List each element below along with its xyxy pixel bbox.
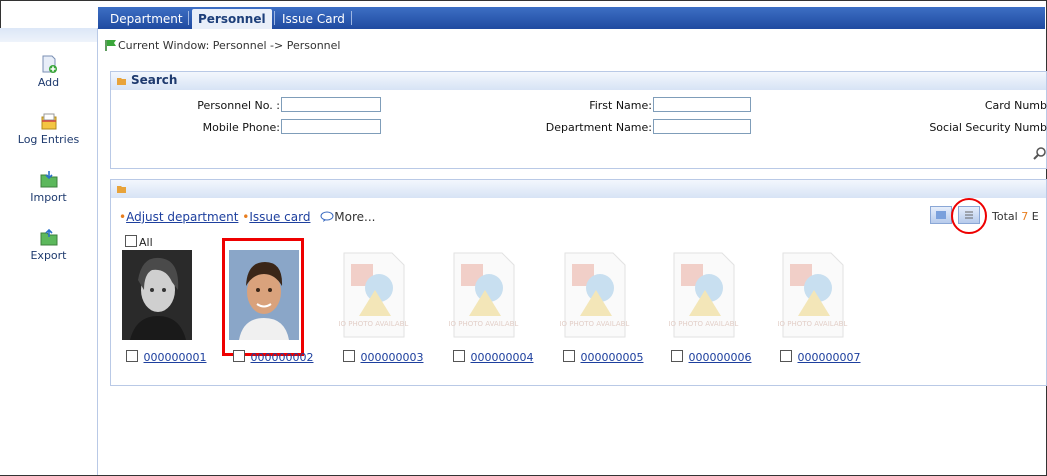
no-photo-text: NO PHOTO AVAILABLE — [778, 320, 848, 328]
person-checkbox[interactable] — [126, 350, 138, 362]
total-prefix: Total — [992, 210, 1018, 223]
no-photo-placeholder[interactable]: NO PHOTO AVAILABLE — [560, 250, 630, 340]
panel-icon — [117, 78, 126, 85]
first-name-input[interactable] — [653, 97, 751, 112]
panel-icon — [117, 186, 126, 193]
tab-separator — [351, 11, 352, 25]
more-label: More... — [334, 210, 376, 224]
first-name-label: First Name: — [589, 99, 652, 112]
department-name-label: Department Name: — [545, 121, 652, 134]
person-id-link[interactable]: 000000001 — [144, 351, 207, 364]
no-photo-text: NO PHOTO AVAILABLE — [669, 320, 739, 328]
personnel-no-label: Personnel No. : — [197, 99, 280, 112]
select-all-checkbox[interactable] — [125, 235, 137, 247]
person-entry: 000000007 — [780, 350, 861, 364]
tab-strip: Department Personnel Issue Card — [98, 7, 1045, 29]
person-entry: 000000005 — [563, 350, 644, 364]
search-panel-title: Search — [131, 73, 178, 87]
add-document-icon — [42, 55, 57, 73]
tab-separator — [274, 11, 275, 25]
person-id-link[interactable]: 000000005 — [581, 351, 644, 364]
export-folder-icon — [40, 228, 57, 246]
sidebar-item-add[interactable]: Add — [0, 54, 97, 89]
total-suffix: E — [1031, 210, 1039, 223]
action-bar: •Adjust department •Issue card More... — [119, 210, 375, 224]
personnel-no-input[interactable] — [281, 97, 381, 112]
speech-bubble-icon — [320, 211, 334, 222]
sidebar-item-label: Log Entries — [17, 133, 80, 146]
more-menu[interactable]: More... — [320, 210, 375, 224]
no-photo-text: NO PHOTO AVAILABLE — [339, 320, 409, 328]
department-name-input[interactable] — [653, 119, 751, 134]
issue-card-link[interactable]: Issue card — [249, 210, 310, 224]
sidebar-item-export[interactable]: Export — [0, 227, 97, 262]
card-number-label: Card Numb — [984, 99, 1047, 112]
no-photo-placeholder[interactable]: NO PHOTO AVAILABLE — [339, 250, 409, 340]
breadcrumb-text: Current Window: Personnel -> Personnel — [118, 39, 341, 52]
sidebar-item-label: Add — [37, 76, 60, 89]
green-flag-icon — [105, 40, 116, 51]
person-id-link[interactable]: 000000004 — [471, 351, 534, 364]
person-checkbox[interactable] — [343, 350, 355, 362]
adjust-department-link[interactable]: Adjust department — [126, 210, 238, 224]
list-panel-header — [110, 179, 1047, 199]
sidebar-item-label: Export — [30, 249, 67, 262]
person-checkbox[interactable] — [453, 350, 465, 362]
log-entries-icon — [41, 113, 56, 130]
sidebar: Add Log Entries Import Export — [0, 28, 98, 475]
total-count: Total 7 E — [992, 210, 1039, 223]
tab-department[interactable]: Department — [104, 9, 189, 29]
sidebar-item-import[interactable]: Import — [0, 169, 97, 204]
person-photo-grayscale[interactable] — [122, 250, 192, 340]
person-entry: 000000006 — [671, 350, 752, 364]
person-entry: 000000004 — [453, 350, 534, 364]
grid-view-icon — [936, 211, 946, 219]
photo-view-button[interactable] — [930, 206, 952, 224]
tab-separator — [188, 11, 189, 25]
tab-issue-card[interactable]: Issue Card — [276, 9, 351, 29]
select-all-label: All — [139, 236, 153, 249]
tab-personnel[interactable]: Personnel — [192, 9, 272, 29]
no-photo-placeholder[interactable]: NO PHOTO AVAILABLE — [669, 250, 739, 340]
person-entry: 000000003 — [343, 350, 424, 364]
mobile-phone-label: Mobile Phone: — [202, 121, 280, 134]
person-id-link[interactable]: 000000006 — [689, 351, 752, 364]
highlight-box — [222, 238, 304, 356]
sidebar-header — [0, 28, 97, 42]
person-checkbox[interactable] — [780, 350, 792, 362]
person-checkbox[interactable] — [233, 350, 245, 362]
person-entry: 000000001 — [126, 350, 207, 364]
person-id-link[interactable]: 000000003 — [361, 351, 424, 364]
no-photo-placeholder[interactable]: NO PHOTO AVAILABLE — [449, 250, 519, 340]
search-panel-header: Search — [110, 71, 1047, 91]
sidebar-item-log-entries[interactable]: Log Entries — [0, 111, 97, 146]
search-icon[interactable] — [1033, 146, 1047, 160]
no-photo-text: NO PHOTO AVAILABLE — [449, 320, 519, 328]
total-number: 7 — [1021, 210, 1029, 223]
ssn-label: Social Security Numb — [929, 121, 1047, 134]
select-all[interactable]: All — [125, 235, 153, 249]
breadcrumb: Current Window: Personnel -> Personnel — [104, 32, 340, 60]
person-checkbox[interactable] — [671, 350, 683, 362]
person-id-link[interactable]: 000000002 — [251, 351, 314, 364]
no-photo-placeholder[interactable]: NO PHOTO AVAILABLE — [778, 250, 848, 340]
sidebar-item-label: Import — [30, 191, 67, 204]
highlight-circle — [951, 198, 987, 234]
no-photo-text: NO PHOTO AVAILABLE — [560, 320, 630, 328]
person-id-link[interactable]: 000000007 — [798, 351, 861, 364]
mobile-phone-input[interactable] — [281, 119, 381, 134]
import-folder-icon — [40, 171, 57, 188]
person-checkbox[interactable] — [563, 350, 575, 362]
person-entry: 000000002 — [233, 350, 314, 364]
